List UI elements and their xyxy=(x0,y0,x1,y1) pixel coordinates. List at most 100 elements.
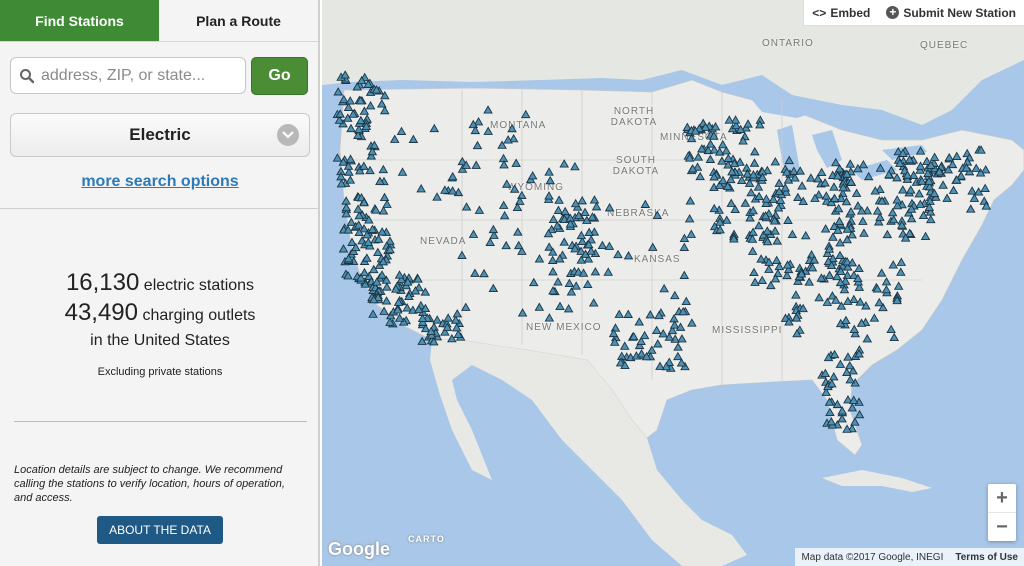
station-marker[interactable] xyxy=(381,296,392,305)
station-marker[interactable] xyxy=(563,304,574,313)
tab-plan-route[interactable]: Plan a Route xyxy=(159,0,318,41)
station-marker[interactable] xyxy=(597,240,608,250)
station-marker[interactable] xyxy=(517,308,528,317)
station-marker[interactable] xyxy=(509,184,520,193)
station-marker[interactable] xyxy=(845,159,856,168)
station-marker[interactable] xyxy=(851,188,862,197)
tab-find-stations[interactable]: Find Stations xyxy=(0,0,159,41)
station-marker[interactable] xyxy=(470,268,480,277)
station-marker[interactable] xyxy=(896,257,907,266)
station-marker[interactable] xyxy=(346,217,357,226)
station-marker[interactable] xyxy=(545,175,555,185)
station-marker[interactable] xyxy=(834,216,845,225)
station-marker[interactable] xyxy=(952,151,962,160)
station-marker[interactable] xyxy=(764,264,774,273)
station-marker[interactable] xyxy=(651,325,662,335)
station-marker[interactable] xyxy=(844,360,855,370)
station-marker[interactable] xyxy=(859,228,869,237)
station-marker[interactable] xyxy=(814,292,824,302)
station-marker[interactable] xyxy=(820,224,831,233)
about-data-button[interactable]: ABOUT THE DATA xyxy=(97,516,223,544)
station-marker[interactable] xyxy=(898,185,908,194)
station-marker[interactable] xyxy=(341,196,351,205)
embed-button[interactable]: <> Embed xyxy=(804,6,878,20)
station-marker[interactable] xyxy=(761,194,772,203)
station-marker[interactable] xyxy=(365,100,376,110)
station-marker[interactable] xyxy=(488,283,499,293)
station-marker[interactable] xyxy=(499,210,510,220)
station-marker[interactable] xyxy=(603,267,614,276)
station-marker[interactable] xyxy=(783,215,793,224)
station-marker[interactable] xyxy=(590,267,601,276)
station-marker[interactable] xyxy=(679,270,690,279)
station-marker[interactable] xyxy=(544,167,554,176)
station-marker[interactable] xyxy=(655,361,665,370)
station-marker[interactable] xyxy=(359,267,370,277)
station-marker[interactable] xyxy=(829,182,839,191)
station-marker[interactable] xyxy=(461,302,471,311)
station-marker[interactable] xyxy=(498,153,509,163)
station-marker[interactable] xyxy=(347,237,357,246)
station-marker[interactable] xyxy=(677,334,687,343)
station-marker[interactable] xyxy=(547,255,558,264)
station-marker[interactable] xyxy=(905,185,916,194)
station-marker[interactable] xyxy=(673,342,683,351)
station-marker[interactable] xyxy=(754,220,764,230)
station-marker[interactable] xyxy=(848,395,859,404)
station-marker[interactable] xyxy=(793,192,803,202)
station-marker[interactable] xyxy=(353,204,363,213)
station-marker[interactable] xyxy=(980,165,991,174)
station-marker[interactable] xyxy=(863,171,874,181)
station-marker[interactable] xyxy=(757,275,768,284)
station-marker[interactable] xyxy=(684,214,695,223)
station-marker[interactable] xyxy=(830,157,841,167)
station-marker[interactable] xyxy=(356,115,366,125)
station-marker[interactable] xyxy=(659,283,669,293)
station-marker[interactable] xyxy=(396,126,407,136)
station-marker[interactable] xyxy=(925,214,936,224)
map[interactable]: ONTARIO QUEBEC NORTH DAKOTA SOUTH DAKOTA MON… xyxy=(322,0,1024,566)
station-marker[interactable] xyxy=(559,159,569,168)
station-marker[interactable] xyxy=(488,224,499,234)
station-marker[interactable] xyxy=(378,164,389,174)
station-marker[interactable] xyxy=(854,409,865,419)
station-marker[interactable] xyxy=(339,94,349,104)
station-marker[interactable] xyxy=(687,318,697,327)
station-marker[interactable] xyxy=(881,284,892,294)
station-marker[interactable] xyxy=(591,201,602,211)
station-marker[interactable] xyxy=(589,195,600,204)
station-marker[interactable] xyxy=(806,173,816,182)
station-marker[interactable] xyxy=(685,196,696,205)
terms-of-use-link[interactable]: Terms of Use xyxy=(949,552,1024,563)
station-marker[interactable] xyxy=(828,232,838,241)
station-marker[interactable] xyxy=(432,315,442,324)
station-marker[interactable] xyxy=(938,180,948,189)
station-marker[interactable] xyxy=(749,267,759,277)
search-box[interactable] xyxy=(10,57,246,94)
station-marker[interactable] xyxy=(750,146,760,156)
station-marker[interactable] xyxy=(835,359,846,368)
station-marker[interactable] xyxy=(502,179,512,188)
station-marker[interactable] xyxy=(876,268,887,277)
station-marker[interactable] xyxy=(705,154,716,163)
station-marker[interactable] xyxy=(544,313,555,322)
station-marker[interactable] xyxy=(513,227,523,236)
station-marker[interactable] xyxy=(397,167,408,176)
station-marker[interactable] xyxy=(553,205,564,214)
station-marker[interactable] xyxy=(359,161,369,170)
station-marker[interactable] xyxy=(483,105,493,114)
station-marker[interactable] xyxy=(559,237,570,246)
station-marker[interactable] xyxy=(468,229,479,238)
station-marker[interactable] xyxy=(772,236,783,245)
station-marker[interactable] xyxy=(892,172,902,182)
station-marker[interactable] xyxy=(483,126,493,135)
station-marker[interactable] xyxy=(564,278,575,288)
station-marker[interactable] xyxy=(721,215,732,224)
station-marker[interactable] xyxy=(614,309,625,318)
station-marker[interactable] xyxy=(511,158,521,167)
station-marker[interactable] xyxy=(887,207,898,217)
station-marker[interactable] xyxy=(520,109,531,119)
station-marker[interactable] xyxy=(619,341,630,350)
station-marker[interactable] xyxy=(554,195,564,204)
station-marker[interactable] xyxy=(850,417,860,426)
